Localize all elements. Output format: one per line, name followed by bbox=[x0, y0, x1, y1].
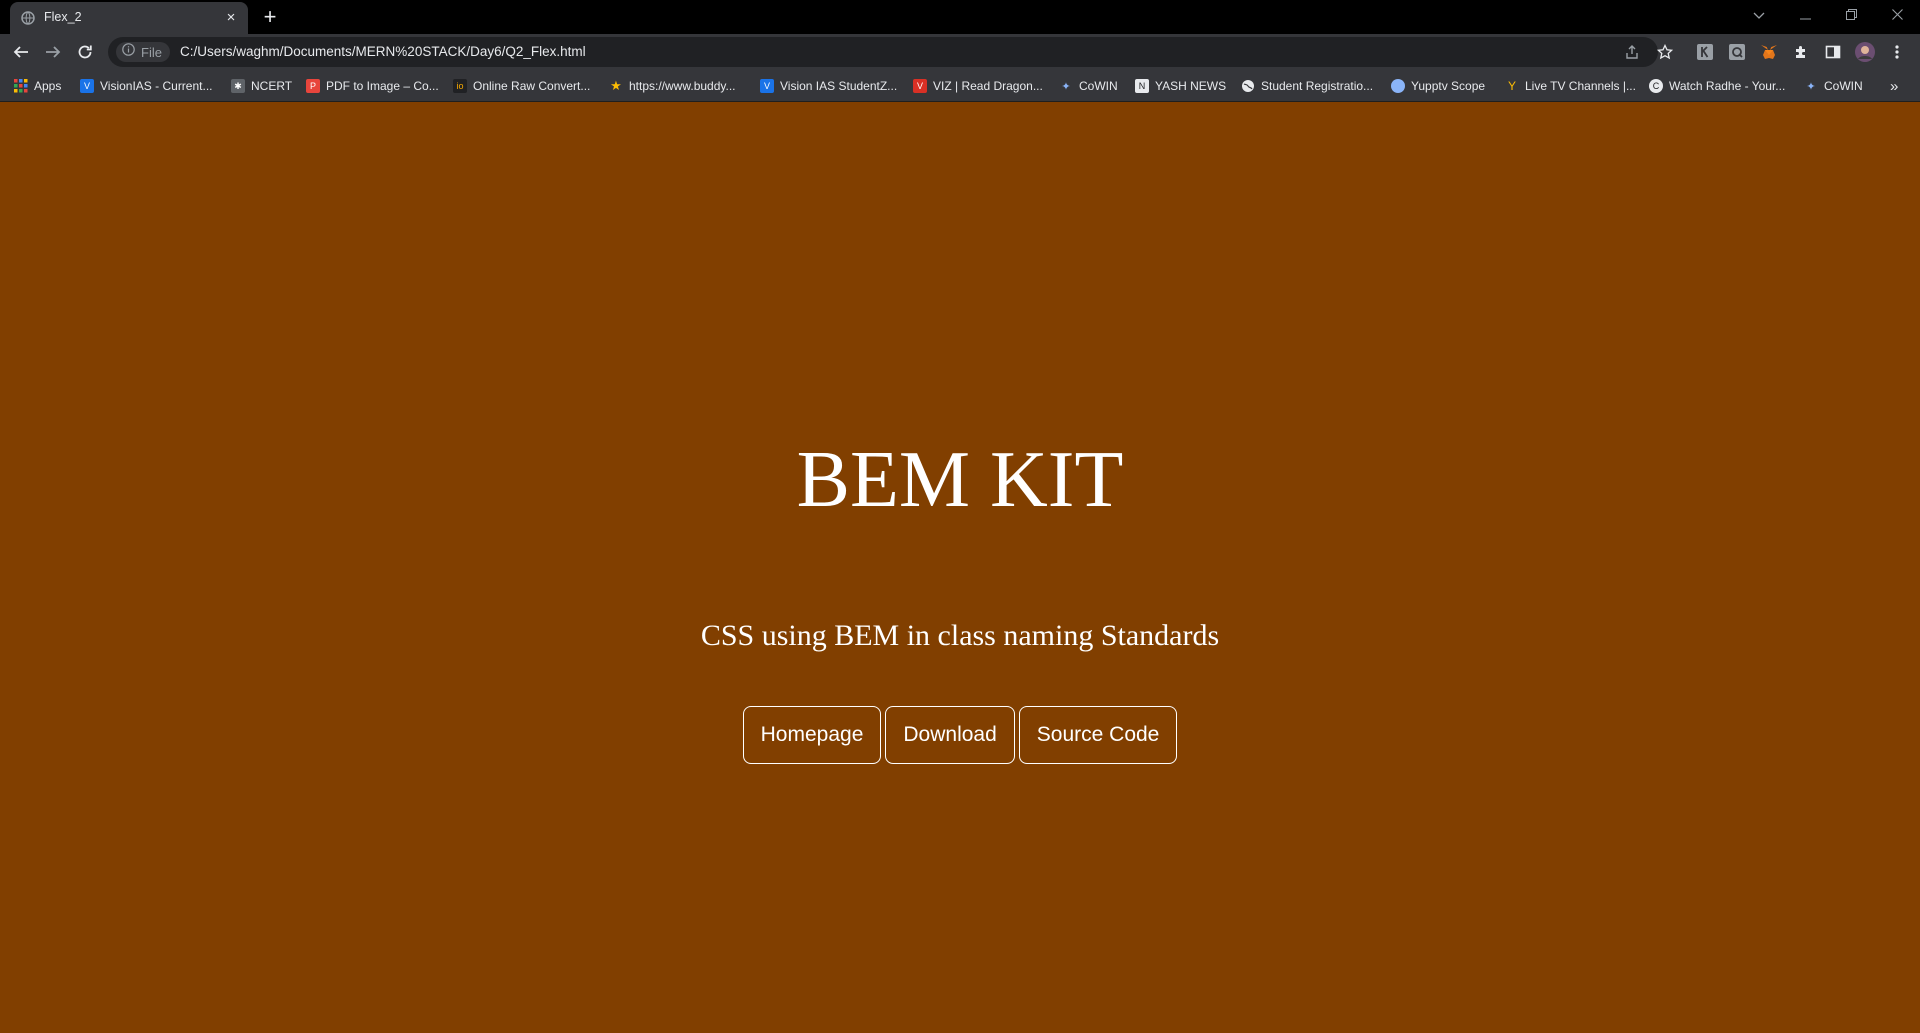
bookmark-label: Live TV Channels |... bbox=[1525, 79, 1636, 93]
site-info-chip[interactable]: File bbox=[116, 42, 170, 62]
forward-arrow-icon[interactable] bbox=[40, 39, 66, 65]
button-group: Homepage Download Source Code bbox=[0, 706, 1920, 764]
bookmark-label: Vision IAS StudentZ... bbox=[780, 79, 898, 93]
visionias-icon: V bbox=[80, 79, 94, 93]
bookmark-item[interactable]: ✦ CoWIN bbox=[1804, 77, 1863, 95]
globe-icon bbox=[21, 11, 35, 25]
bookmark-item[interactable]: V VIZ | Read Dragon... bbox=[913, 77, 1043, 95]
metamask-fox-icon[interactable] bbox=[1759, 42, 1779, 62]
browser-toolbar: File C:/Users/waghm/Documents/MERN%20STA… bbox=[0, 34, 1920, 70]
bookmark-label: CoWIN bbox=[1824, 79, 1863, 93]
globe-icon bbox=[1241, 79, 1255, 93]
extensions-puzzle-icon[interactable] bbox=[1791, 42, 1811, 62]
bookmark-label: Watch Radhe - Your... bbox=[1669, 79, 1786, 93]
tab-search-chevron-icon[interactable] bbox=[1736, 0, 1782, 30]
bookmark-item[interactable]: N YASH NEWS bbox=[1135, 77, 1226, 95]
page-subtitle: CSS using BEM in class naming Standards bbox=[700, 619, 1220, 652]
restore-icon[interactable] bbox=[1828, 0, 1874, 30]
extension-q-icon[interactable] bbox=[1727, 42, 1747, 62]
livetv-icon: Y bbox=[1507, 79, 1516, 93]
page-title: BEM KIT bbox=[796, 436, 1124, 524]
yupptv-icon bbox=[1391, 79, 1405, 93]
info-icon bbox=[122, 43, 135, 61]
bookmark-item[interactable]: V Vision IAS StudentZ... bbox=[760, 77, 897, 95]
download-button[interactable]: Download bbox=[885, 706, 1015, 764]
bookmark-label: VIZ | Read Dragon... bbox=[933, 79, 1043, 93]
close-window-icon[interactable] bbox=[1874, 0, 1920, 30]
extension-k-icon[interactable] bbox=[1695, 42, 1715, 62]
tab-title: Flex_2 bbox=[44, 10, 82, 24]
url-scheme-label: File bbox=[141, 44, 162, 60]
bookmark-label: CoWIN bbox=[1079, 79, 1118, 93]
bookmark-star-icon[interactable] bbox=[1655, 42, 1675, 62]
bookmark-label: Apps bbox=[34, 79, 62, 93]
bookmark-item[interactable]: V VisionIAS - Current... bbox=[80, 77, 213, 95]
bookmark-item[interactable]: Y Live TV Channels |... bbox=[1505, 77, 1636, 95]
homepage-button[interactable]: Homepage bbox=[742, 706, 882, 764]
share-icon[interactable] bbox=[1622, 42, 1642, 62]
address-bar[interactable]: File C:/Users/waghm/Documents/MERN%20STA… bbox=[108, 37, 1658, 67]
visionias-icon: V bbox=[760, 79, 774, 93]
browser-titlebar: Flex_2 × + bbox=[0, 0, 1920, 34]
news-icon: N bbox=[1135, 79, 1149, 93]
bookmark-label: VisionIAS - Current... bbox=[100, 79, 213, 93]
url-text[interactable]: C:/Users/waghm/Documents/MERN%20STACK/Da… bbox=[180, 44, 586, 59]
bookmark-item[interactable]: io Online Raw Convert... bbox=[453, 77, 590, 95]
cowin-icon: ✦ bbox=[1806, 80, 1816, 93]
bookmark-item[interactable]: C Watch Radhe - Your... bbox=[1649, 77, 1785, 95]
bookmark-item[interactable]: Yupptv Scope bbox=[1391, 77, 1485, 95]
page-body: BEM KIT CSS using BEM in class naming St… bbox=[0, 102, 1920, 1033]
watch-icon: C bbox=[1649, 79, 1663, 93]
bookmark-label: YASH NEWS bbox=[1155, 79, 1227, 93]
profile-avatar[interactable] bbox=[1855, 42, 1875, 62]
bookmarks-bar: Apps V VisionIAS - Current... ✱ NCERT P … bbox=[0, 70, 1920, 102]
bookmark-item[interactable]: ✦ CoWIN bbox=[1059, 77, 1118, 95]
bookmark-label: Yupptv Scope bbox=[1411, 79, 1486, 93]
tab-close-icon[interactable]: × bbox=[222, 9, 240, 27]
reload-icon[interactable] bbox=[72, 39, 98, 65]
back-arrow-icon[interactable] bbox=[8, 39, 34, 65]
bookmark-item[interactable]: Student Registratio... bbox=[1241, 77, 1373, 95]
source-code-button[interactable]: Source Code bbox=[1018, 706, 1178, 764]
bookmark-label: Student Registratio... bbox=[1261, 79, 1374, 93]
bookmark-label: Online Raw Convert... bbox=[473, 79, 591, 93]
star-icon: ★ bbox=[610, 78, 622, 93]
apps-grid-icon bbox=[14, 79, 28, 93]
bookmark-label: NCERT bbox=[251, 79, 293, 93]
pdf-icon: P bbox=[306, 79, 320, 93]
cowin-icon: ✦ bbox=[1061, 80, 1071, 93]
viz-icon: V bbox=[913, 79, 927, 93]
bookmarks-overflow-icon[interactable]: » bbox=[1890, 77, 1898, 95]
browser-menu-kebab-icon[interactable] bbox=[1887, 42, 1907, 62]
browser-tab-active[interactable]: Flex_2 × bbox=[10, 2, 248, 34]
side-panel-icon[interactable] bbox=[1823, 42, 1843, 62]
new-tab-button[interactable]: + bbox=[258, 5, 282, 29]
minimize-icon[interactable] bbox=[1782, 0, 1828, 30]
ncert-icon: ✱ bbox=[231, 79, 245, 93]
bookmark-label: PDF to Image – Co... bbox=[326, 79, 439, 93]
bookmark-item[interactable]: ✱ NCERT bbox=[231, 77, 292, 95]
bookmark-apps[interactable]: Apps bbox=[14, 77, 61, 95]
bookmark-item[interactable]: ★ https://www.buddy... bbox=[609, 77, 736, 95]
bookmark-label: https://www.buddy... bbox=[629, 79, 736, 93]
bookmark-item[interactable]: P PDF to Image – Co... bbox=[306, 77, 439, 95]
raw-convert-icon: io bbox=[453, 79, 467, 93]
